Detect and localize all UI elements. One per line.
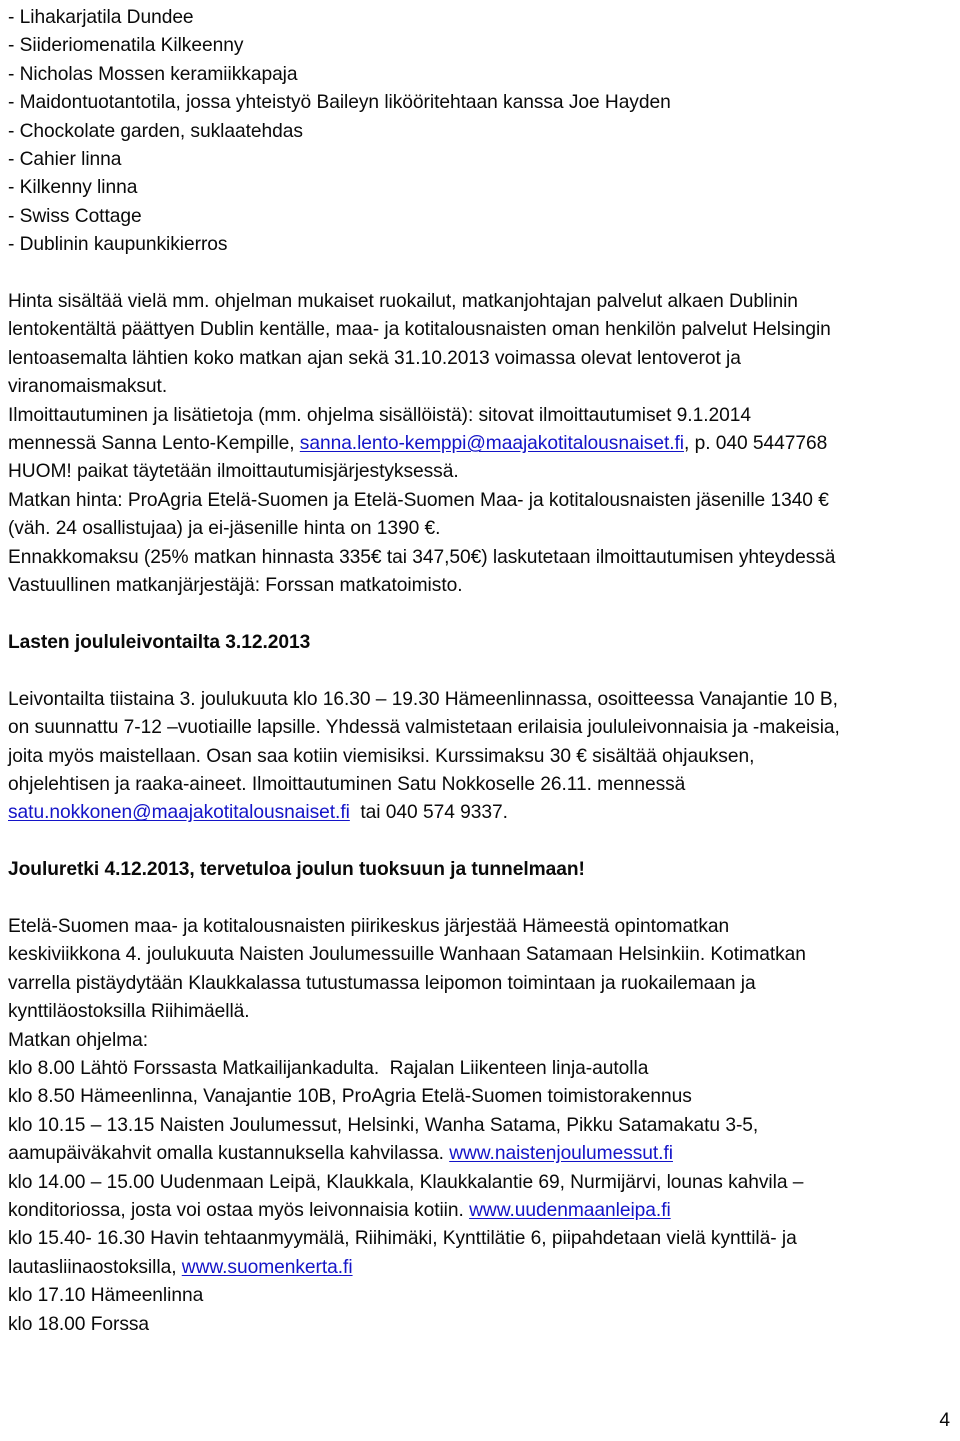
trip-info-line: lentoasemalta lähtien koko matkan ajan s… — [8, 347, 741, 369]
christmas-intro-line: kynttiläostoksilla Riihimäellä. — [8, 1001, 250, 1023]
schedule-text: lautasliinaostoksilla, — [8, 1256, 182, 1278]
contact-prefix: mennessä Sanna Lento-Kempille, — [8, 433, 300, 455]
schedule-line: klo 10.15 – 13.15 Naisten Joulumessut, H… — [8, 1114, 759, 1136]
schedule-line: klo 15.40- 16.30 Havin tehtaanmyymälä, R… — [8, 1228, 797, 1250]
trip-info-line: Matkan hinta: ProAgria Etelä-Suomen ja E… — [8, 489, 829, 511]
list-item: - Dublinin kaupunkikierros — [8, 234, 228, 256]
baking-line: joita myös maistellaan. Osan saa kotiin … — [8, 745, 755, 767]
trip-info-line: Ilmoittautuminen ja lisätietoja (mm. ohj… — [8, 404, 751, 426]
trip-info-contact-line: mennessä Sanna Lento-Kempille, sanna.len… — [8, 430, 950, 458]
trip-info-line: HUOM! paikat täytetään ilmoittautumisjär… — [8, 461, 459, 483]
email-link-satu[interactable]: satu.nokkonen@maajakotitalousnaiset.fi — [8, 802, 350, 823]
schedule-line-with-link: lautasliinaostoksilla, www.suomenkerta.f… — [8, 1254, 950, 1282]
trip-info-line: Ennakkomaksu (25% matkan hinnasta 335€ t… — [8, 546, 836, 568]
christmas-intro-line: Etelä-Suomen maa- ja kotitalousnaisten p… — [8, 915, 730, 937]
baking-phone: tai 040 574 9337. — [349, 802, 508, 824]
schedule-line: klo 18.00 Forssa — [8, 1313, 150, 1335]
trip-info-line: viranomaismaksut. — [8, 376, 168, 398]
christmas-intro-line: varrella pistäydytään Klaukkalassa tutus… — [8, 972, 756, 994]
page-number: 4 — [939, 1410, 950, 1431]
list-item: - Lihakarjatila Dundee — [8, 7, 194, 28]
contact-phone: , p. 040 5447768 — [684, 433, 828, 455]
list-item: - Chockolate garden, suklaatehdas — [8, 120, 303, 142]
schedule-line: klo 17.10 Hämeenlinna — [8, 1285, 204, 1307]
trip-info-line: Hinta sisältää vielä mm. ohjelman mukais… — [8, 291, 798, 313]
trip-info-line: (väh. 24 osallistujaa) ja ei-jäsenille h… — [8, 518, 441, 540]
baking-line: on suunnattu 7-12 –vuotiaille lapsille. … — [8, 717, 840, 739]
list-item: - Nicholas Mossen keramiikkapaja — [8, 63, 298, 85]
section-heading-christmas-trip: Jouluretki 4.12.2013, tervetuloa joulun … — [8, 859, 585, 881]
trip-info-line: Vastuullinen matkanjärjestäjä: Forssan m… — [8, 575, 463, 597]
document-page: - Lihakarjatila Dundee - Siideriomenatil… — [0, 0, 960, 1441]
schedule-line: klo 8.50 Hämeenlinna, Vanajantie 10B, Pr… — [8, 1086, 692, 1108]
web-link-uudenmaanleipa[interactable]: www.uudenmaanleipa.fi — [469, 1200, 671, 1221]
trip-info-line: lentokentältä päättyen Dublin kentälle, … — [8, 319, 831, 341]
web-link-suomenkerta[interactable]: www.suomenkerta.fi — [182, 1257, 353, 1278]
schedule-text: aamupäiväkahvit omalla kustannuksella ka… — [8, 1143, 450, 1165]
schedule-line: klo 14.00 – 15.00 Uudenmaan Leipä, Klauk… — [8, 1171, 804, 1193]
email-link-sanna[interactable]: sanna.lento-kemppi@maajakotitalousnaiset… — [300, 433, 684, 454]
list-item: - Siideriomenatila Kilkeenny — [8, 35, 244, 57]
schedule-label: Matkan ohjelma: — [8, 1029, 149, 1051]
christmas-intro-line: keskiviikkona 4. joulukuuta Naisten Joul… — [8, 944, 806, 966]
list-item: - Maidontuotantotila, jossa yhteistyö Ba… — [8, 92, 671, 114]
schedule-line: klo 8.00 Lähtö Forssasta Matkailijankadu… — [8, 1057, 649, 1079]
section-heading-baking: Lasten joululeivontailta 3.12.2013 — [8, 631, 311, 653]
schedule-line-with-link: aamupäiväkahvit omalla kustannuksella ka… — [8, 1140, 950, 1168]
baking-line: Leivontailta tiistaina 3. joulukuuta klo… — [8, 688, 838, 710]
list-item: - Kilkenny linna — [8, 177, 138, 199]
baking-line: ohjelehtisen ja raaka-aineet. Ilmoittaut… — [8, 773, 686, 795]
schedule-line-with-link: konditoriossa, josta voi ostaa myös leiv… — [8, 1197, 950, 1225]
schedule-text: konditoriossa, josta voi ostaa myös leiv… — [8, 1199, 470, 1221]
list-item: - Swiss Cottage — [8, 205, 142, 227]
web-link-naistenjoulumessut[interactable]: www.naistenjoulumessut.fi — [449, 1143, 673, 1164]
baking-contact-line: satu.nokkonen@maajakotitalousnaiset.fi t… — [8, 799, 950, 827]
list-item: - Cahier linna — [8, 149, 122, 171]
